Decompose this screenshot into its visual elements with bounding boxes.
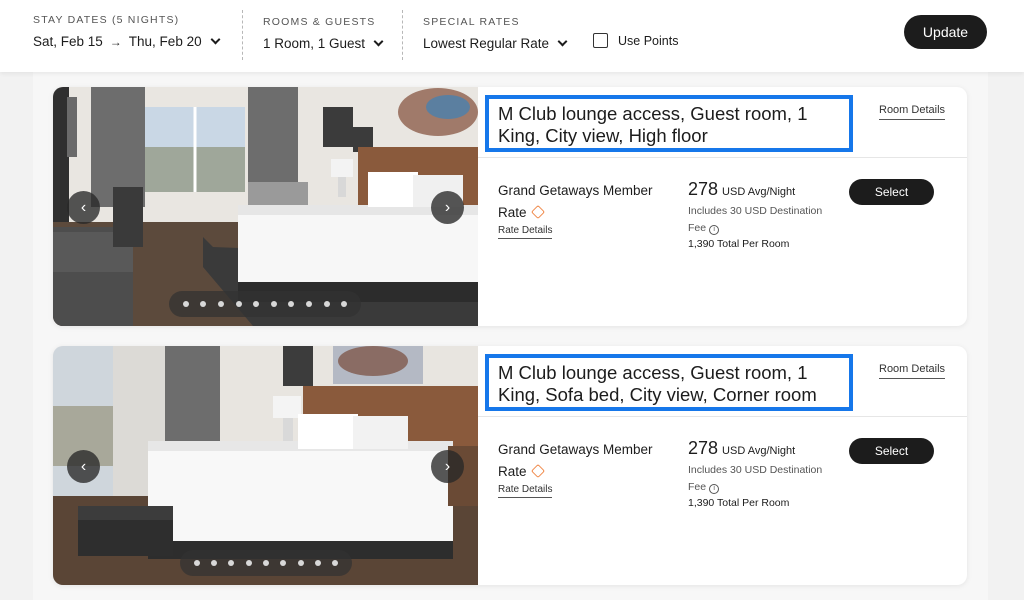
rooms-guests-label: ROOMS & GUESTS: [263, 16, 376, 28]
chevron-right-icon[interactable]: ›: [431, 191, 464, 224]
pagination-dot[interactable]: [235, 301, 242, 307]
info-icon[interactable]: i: [709, 484, 720, 494]
room-title-highlight: M Club lounge access, Guest room, 1 King…: [485, 354, 853, 411]
price-block: 278 USD Avg/Night Includes 30 USD Destina…: [688, 438, 828, 509]
divider: [242, 10, 243, 60]
rate-name-text: Grand Getaways Member Rate: [498, 183, 653, 220]
chevron-right-icon[interactable]: ›: [431, 450, 464, 483]
pagination-dot[interactable]: [341, 301, 348, 307]
room-details-link[interactable]: Room Details: [879, 104, 946, 120]
tag-icon: [530, 204, 545, 220]
divider: [402, 10, 403, 60]
arrow-right-icon: →: [109, 34, 122, 49]
special-rates-label: SPECIAL RATES: [423, 16, 520, 28]
price: 278: [688, 179, 719, 199]
room-details-link[interactable]: Room Details: [879, 363, 946, 379]
chevron-left-icon[interactable]: ‹: [67, 450, 100, 483]
pagination-dot[interactable]: [297, 560, 304, 566]
pagination-dot[interactable]: [200, 301, 207, 307]
stay-dates-label: STAY DATES (5 NIGHTS): [33, 14, 180, 26]
special-rates-group[interactable]: SPECIAL RATES Lowest Regular Rate: [423, 16, 568, 51]
tag-icon: [530, 463, 545, 479]
pagination-dot[interactable]: [332, 560, 339, 566]
check-in-date: Sat, Feb 15: [33, 34, 103, 49]
room-card: ‹ › M Club lounge access, Guest room, 1 …: [53, 346, 967, 585]
room-photo[interactable]: ‹ ›: [53, 87, 478, 326]
rooms-guests-text: 1 Room, 1 Guest: [263, 36, 366, 51]
rooms-guests-group[interactable]: ROOMS & GUESTS 1 Room, 1 Guest: [263, 16, 384, 51]
use-points-checkbox[interactable]: [593, 33, 608, 48]
pagination-dot[interactable]: [314, 560, 321, 566]
rate-details-link[interactable]: Rate Details: [498, 484, 553, 498]
photo-pagination[interactable]: [169, 291, 361, 317]
update-button[interactable]: Update: [904, 15, 987, 49]
pagination-dot[interactable]: [323, 301, 330, 307]
rate-name: Grand Getaways Member Rate: [498, 180, 668, 224]
pagination-dot[interactable]: [270, 301, 277, 307]
rate-name-text: Grand Getaways Member Rate: [498, 442, 653, 479]
pagination-dot[interactable]: [210, 560, 217, 566]
pagination-dot[interactable]: [280, 560, 287, 566]
select-button[interactable]: Select: [849, 438, 934, 464]
fee-note: Includes 30 USD Destination Fee i: [688, 462, 828, 496]
pagination-dot[interactable]: [305, 301, 312, 307]
chevron-down-icon: [210, 34, 221, 45]
check-out-date: Thu, Feb 20: [128, 34, 202, 49]
room-title: M Club lounge access, Guest room, 1 King…: [498, 362, 817, 405]
stay-dates-value[interactable]: Sat, Feb 15 → Thu, Feb 20: [33, 34, 221, 49]
room-title: M Club lounge access, Guest room, 1 King…: [498, 103, 808, 146]
special-rates-text: Lowest Regular Rate: [423, 36, 550, 51]
pagination-dot[interactable]: [182, 301, 189, 307]
total-price: 1,390 Total Per Room: [688, 497, 790, 509]
total-price: 1,390 Total Per Room: [688, 238, 790, 250]
pagination-dot[interactable]: [253, 301, 260, 307]
chevron-down-icon: [373, 36, 384, 47]
use-points-label: Use Points: [618, 33, 679, 48]
divider: [478, 157, 967, 158]
room-photo[interactable]: ‹ ›: [53, 346, 478, 585]
pagination-dot[interactable]: [245, 560, 252, 566]
stay-dates-group[interactable]: STAY DATES (5 NIGHTS) Sat, Feb 15 → Thu,…: [33, 14, 221, 49]
pagination-dot[interactable]: [217, 301, 224, 307]
select-button[interactable]: Select: [849, 179, 934, 205]
fee-note: Includes 30 USD Destination Fee i: [688, 203, 828, 237]
special-rates-value[interactable]: Lowest Regular Rate: [423, 36, 568, 51]
pagination-dot[interactable]: [288, 301, 295, 307]
chevron-down-icon: [557, 36, 568, 47]
rooms-guests-value[interactable]: 1 Room, 1 Guest: [263, 36, 384, 51]
rate-details-link[interactable]: Rate Details: [498, 225, 553, 239]
room-title-highlight: M Club lounge access, Guest room, 1 King…: [485, 95, 853, 152]
price-block: 278 USD Avg/Night Includes 30 USD Destina…: [688, 179, 828, 250]
info-icon[interactable]: i: [709, 225, 720, 235]
pagination-dot[interactable]: [193, 560, 200, 566]
photo-pagination[interactable]: [180, 550, 352, 576]
rate-name: Grand Getaways Member Rate: [498, 439, 668, 483]
price-unit: USD Avg/Night: [722, 186, 796, 198]
price-unit: USD Avg/Night: [722, 445, 796, 457]
pagination-dot[interactable]: [228, 560, 235, 566]
divider: [478, 416, 967, 417]
price: 278: [688, 438, 719, 458]
use-points-toggle[interactable]: Use Points: [593, 33, 678, 48]
search-header: STAY DATES (5 NIGHTS) Sat, Feb 15 → Thu,…: [0, 0, 1024, 72]
pagination-dot[interactable]: [262, 560, 269, 566]
chevron-left-icon[interactable]: ‹: [67, 191, 100, 224]
room-card: ‹ › M Club lounge access, Guest room, 1 …: [53, 87, 967, 326]
